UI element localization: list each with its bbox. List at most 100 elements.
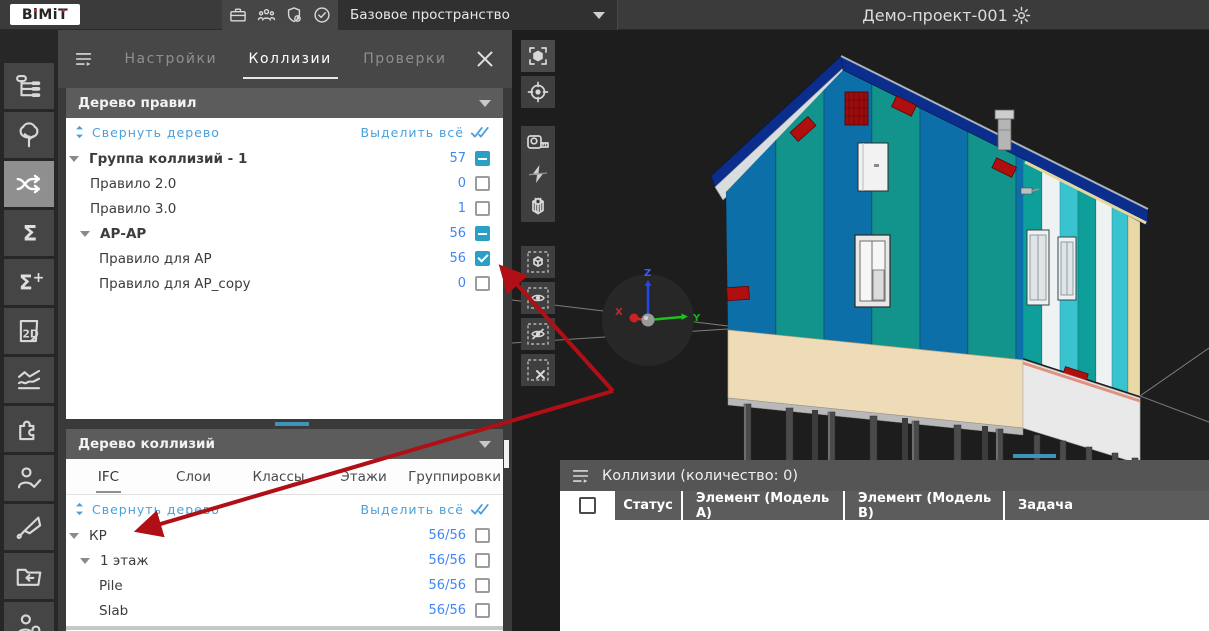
column-header[interactable]: Задача: [1005, 491, 1209, 520]
checkbox[interactable]: [475, 528, 490, 543]
collision-count: 1: [458, 201, 466, 216]
select-all-checkbox[interactable]: [579, 497, 596, 514]
tree-row[interactable]: Группа коллизий - 157: [66, 146, 503, 171]
tool-charts[interactable]: [4, 357, 54, 403]
fit-view-button[interactable]: [521, 40, 555, 72]
folder-export-icon: [14, 561, 44, 591]
tree-row-label: Правило для АР: [99, 251, 212, 267]
collapse-tree-button[interactable]: Свернуть дерево: [74, 502, 220, 517]
tool-user-location[interactable]: [4, 602, 54, 631]
checkbox[interactable]: [475, 251, 490, 266]
expand-toggle-icon[interactable]: [79, 228, 91, 240]
tree-row[interactable]: КР 56/56: [66, 523, 503, 548]
checkbox[interactable]: [475, 603, 490, 618]
table-menu-icon[interactable]: [570, 465, 592, 487]
briefcase-icon[interactable]: [226, 3, 250, 27]
gizmo-z-label: Z: [644, 268, 651, 279]
select-all-button[interactable]: Выделить всё: [361, 125, 490, 140]
tree-tab-классы[interactable]: Классы: [236, 459, 321, 494]
measure-button[interactable]: [521, 126, 555, 158]
table-panel-resize-handle[interactable]: [1013, 454, 1056, 458]
checkbox[interactable]: [475, 226, 490, 241]
tool-plugins[interactable]: [4, 406, 54, 452]
collision-count: 56/56: [429, 528, 466, 543]
tree-row-label: Правило 3.0: [90, 201, 176, 217]
tool-model-structure[interactable]: [4, 63, 54, 109]
checkbox[interactable]: [475, 176, 490, 191]
rules-tree-toolbar: Свернуть дерево Выделить всё: [66, 118, 503, 146]
collision-count: 56: [449, 251, 466, 266]
expand-toggle-icon[interactable]: [68, 530, 80, 542]
checkbox[interactable]: [475, 201, 490, 216]
gear-icon[interactable]: [1011, 5, 1032, 26]
workspace-select[interactable]: Базовое пространство: [338, 0, 618, 30]
checkbox[interactable]: [475, 578, 490, 593]
collapse-tree-button[interactable]: Свернуть дерево: [74, 125, 220, 140]
checkbox[interactable]: [475, 276, 490, 291]
tree-row-label: КР: [89, 528, 107, 544]
isolate-selection-button[interactable]: [521, 246, 555, 278]
rules-tree-header[interactable]: Дерево правил: [66, 88, 503, 118]
panel-menu-icon[interactable]: [73, 48, 95, 70]
collision-count: 0: [458, 176, 466, 191]
clear-selection-button[interactable]: [521, 354, 555, 386]
tool-construction-trowel[interactable]: [4, 504, 54, 550]
splitter-handle[interactable]: [275, 422, 309, 426]
tab-проверки[interactable]: Проверки: [361, 45, 448, 73]
column-header[interactable]: Элемент (Модель A): [683, 491, 845, 520]
tool-sum[interactable]: Σ: [4, 210, 54, 256]
tree-row[interactable]: Pile56/56: [66, 573, 503, 598]
tool-user-check[interactable]: [4, 455, 54, 501]
collisions-tree: IFCСлоиКлассыЭтажиГруппировки Свернуть д…: [66, 459, 503, 631]
clash-flash-button[interactable]: [521, 158, 555, 190]
tree-row-label: Группа коллизий - 1: [89, 151, 247, 167]
collision-count: 0: [458, 276, 466, 291]
tool-site-tree[interactable]: [4, 112, 54, 158]
tree-row[interactable]: Правило для АР 56: [66, 246, 503, 271]
collision-table-title: Коллизии (количество: 0): [602, 468, 798, 484]
tool-export-folder[interactable]: [4, 553, 54, 599]
select-all-button[interactable]: Выделить всё: [361, 502, 490, 517]
vertical-scrollbar[interactable]: [504, 440, 509, 468]
tool-2d-view[interactable]: 2D: [4, 308, 54, 354]
tree-row[interactable]: Правило 3.0 1: [66, 196, 503, 221]
bimit-logo[interactable]: BiMiT: [10, 4, 80, 25]
check-circle-icon[interactable]: [310, 3, 334, 27]
tree-tab-слои[interactable]: Слои: [151, 459, 236, 494]
tree-tab-группировки[interactable]: Группировки: [406, 459, 503, 494]
tree-row[interactable]: Правило для АР_copy0: [66, 271, 503, 296]
horizontal-scrollbar[interactable]: [66, 626, 503, 630]
tree-tab-этажи[interactable]: Этажи: [321, 459, 406, 494]
tool-sum-add[interactable]: Σ+: [4, 259, 54, 305]
checkbox[interactable]: [475, 553, 490, 568]
navigation-gizmo[interactable]: Z Y X: [602, 268, 701, 366]
collisions-tree-header[interactable]: Дерево коллизий: [66, 429, 503, 459]
hide-selection-button[interactable]: [521, 318, 555, 350]
tab-коллизии[interactable]: Коллизии: [247, 45, 334, 73]
tree-tab-ifc[interactable]: IFC: [66, 459, 151, 494]
column-header[interactable]: Статус: [615, 491, 683, 520]
panel-splitter[interactable]: [58, 419, 512, 429]
trend-lines-icon: [14, 365, 44, 395]
tool-collisions-shuffle[interactable]: [4, 161, 54, 207]
tree-row[interactable]: 1 этаж56/56: [66, 548, 503, 573]
team-icon[interactable]: [254, 3, 278, 27]
shield-status-icon[interactable]: [282, 3, 306, 27]
expand-toggle-icon[interactable]: [68, 153, 80, 165]
tree-row[interactable]: АР-АР56: [66, 221, 503, 246]
double-check-icon: [470, 503, 490, 516]
checkbox[interactable]: [475, 151, 490, 166]
section-box-button[interactable]: [521, 190, 555, 222]
column-header[interactable]: Элемент (Модель B): [845, 491, 1005, 520]
chevron-down-icon: [593, 12, 605, 19]
close-icon[interactable]: [476, 50, 494, 68]
tab-настройки[interactable]: Настройки: [122, 45, 219, 73]
select-all-cell: [560, 491, 615, 520]
tree-row[interactable]: Slab56/56: [66, 598, 503, 623]
tree-row[interactable]: Правило 2.00: [66, 171, 503, 196]
show-selection-button[interactable]: [521, 282, 555, 314]
sigma-plus-icon: Σ+: [14, 267, 44, 297]
orbit-target-button[interactable]: [521, 76, 555, 108]
expand-toggle-icon[interactable]: [79, 555, 91, 567]
collision-count: 56/56: [429, 578, 466, 593]
